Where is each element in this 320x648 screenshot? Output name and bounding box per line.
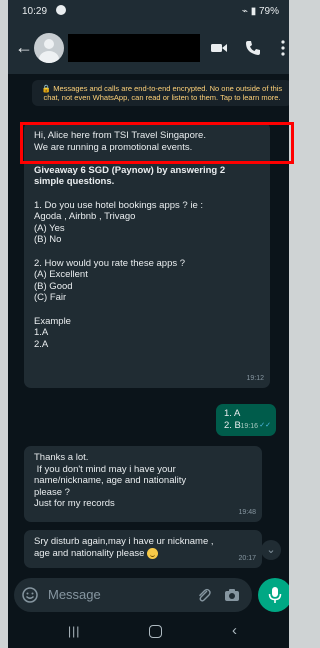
message-line: 1. A — [224, 408, 241, 419]
contact-name-redacted[interactable] — [68, 34, 200, 62]
message-line: (A) Yes — [34, 222, 65, 234]
message-line: Just for my records — [34, 498, 115, 510]
incoming-message-followup[interactable]: Sry disturb again,may i have ur nickname… — [24, 530, 262, 568]
message-input[interactable]: Message — [48, 587, 101, 602]
status-bar: 10:29 ⌁ ▮ 79% — [8, 0, 289, 22]
settings-status-icon — [56, 5, 66, 15]
message-line-text: age and nationality please — [34, 547, 145, 559]
scroll-down-button[interactable]: ⌄ — [261, 540, 281, 560]
message-line: 1.A — [34, 327, 49, 339]
message-line: Sry disturb again,may i have ur nickname… — [34, 536, 214, 547]
avatar-body — [39, 51, 59, 63]
attach-icon[interactable] — [196, 587, 212, 603]
overflow-menu-icon[interactable] — [274, 39, 289, 57]
camera-icon[interactable] — [224, 587, 240, 603]
status-time: 10:29 — [22, 6, 48, 17]
message-line: Giveaway 6 SGD (Paynow) by answering 2 — [34, 164, 226, 176]
recent-apps-icon[interactable]: ||| — [68, 624, 80, 638]
message-line: 2.A — [34, 338, 49, 350]
message-line: Thanks a lot. — [34, 452, 89, 463]
message-line: If you don't mind may i have your — [34, 463, 176, 475]
emoji-icon[interactable] — [22, 587, 38, 603]
avatar-head — [44, 39, 54, 49]
phone-screen: 10:29 ⌁ ▮ 79% ← 🔒 Messages and calls are… — [8, 0, 289, 648]
avatar[interactable] — [34, 33, 64, 63]
message-line: simple questions. — [34, 176, 115, 188]
smile-emoji-icon — [147, 547, 159, 559]
message-time: 19:16 — [240, 423, 258, 431]
voice-call-icon[interactable] — [244, 39, 262, 57]
message-line: Example — [34, 315, 71, 327]
message-line: name/nickname, age and nationality — [34, 475, 187, 487]
message-line: please ? — [34, 486, 70, 498]
message-line — [34, 246, 260, 258]
message-line: Agoda , Airbnb , Trivago — [34, 211, 136, 223]
message-input-bar[interactable]: Message — [14, 578, 252, 612]
highlight-annotation-box — [20, 122, 294, 164]
message-line — [34, 304, 260, 316]
double-chevron-down-icon: ⌄ — [266, 544, 276, 556]
outgoing-message-answers[interactable]: 1. A 2. B 19:16 ✓✓ — [216, 404, 276, 436]
nav-back-icon[interactable]: ‹ — [232, 622, 237, 639]
back-arrow-icon[interactable]: ← — [15, 38, 33, 56]
chat-header: ← — [8, 22, 289, 74]
voice-message-button[interactable] — [258, 578, 289, 612]
message-line: (A) Excellent — [34, 269, 88, 281]
signal-icon: ⌁ ▮ — [241, 6, 257, 17]
message-time: 19:48 — [238, 509, 256, 517]
microphone-icon — [268, 587, 282, 603]
message-line — [34, 188, 260, 200]
message-time: 20:17 — [238, 555, 256, 563]
read-receipt-icon: ✓✓ — [259, 422, 271, 430]
message-line: (B) No — [34, 234, 62, 246]
message-line: age and nationality please — [34, 547, 252, 560]
message-line: (C) Fair — [34, 292, 67, 304]
home-icon[interactable] — [149, 625, 162, 638]
message-time: 19:12 — [246, 375, 264, 383]
battery-percent: 79% — [258, 6, 279, 17]
encryption-notice-text: Messages and calls are end-to-end encryp… — [43, 84, 283, 102]
message-line: 1. Do you use hotel bookings apps ? ie : — [34, 199, 204, 211]
status-right: ⌁ ▮ 79% — [242, 6, 279, 17]
message-line: 2. How would you rate these apps ? — [34, 257, 186, 269]
system-nav-bar: ||| ‹ — [8, 616, 289, 648]
incoming-message-request[interactable]: Thanks a lot. If you don't mind may i ha… — [24, 446, 262, 522]
encryption-notice[interactable]: 🔒 Messages and calls are end-to-end encr… — [32, 80, 289, 106]
video-call-icon[interactable] — [210, 39, 228, 57]
message-line: (B) Good — [34, 280, 73, 292]
lock-icon: 🔒 — [41, 84, 52, 93]
